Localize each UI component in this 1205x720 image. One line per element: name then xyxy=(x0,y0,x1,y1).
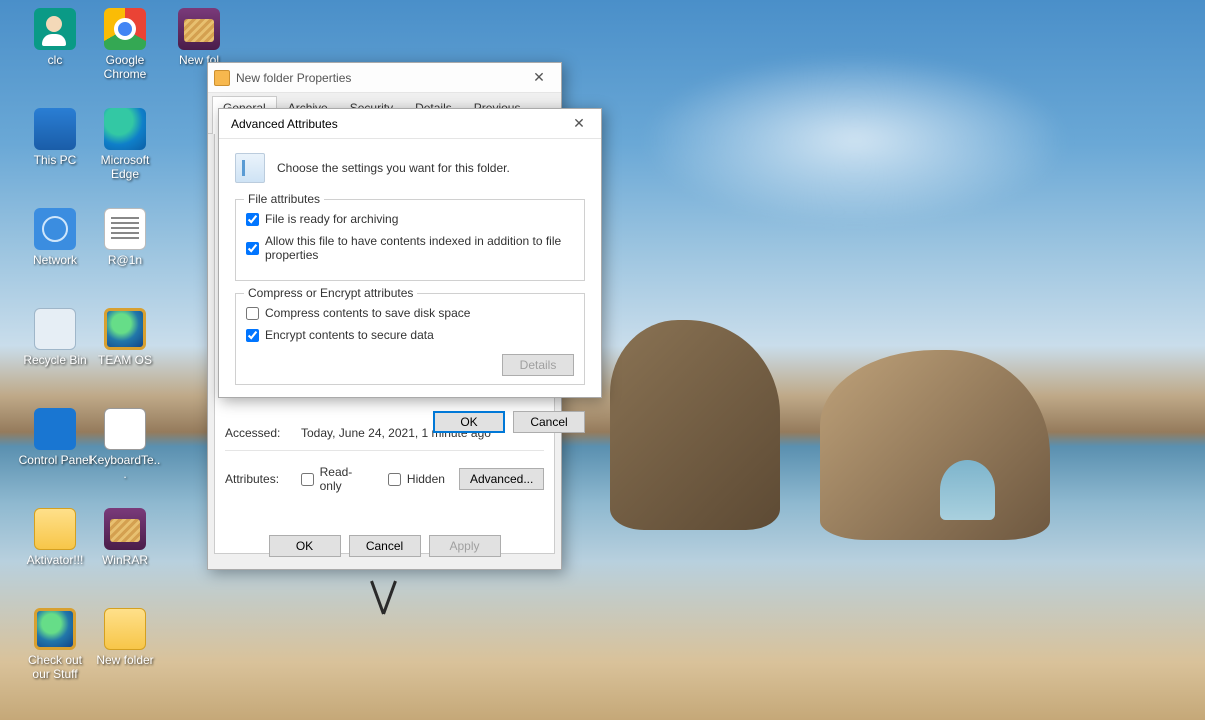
pc-icon xyxy=(34,108,76,150)
edge-icon xyxy=(104,108,146,150)
desktop-icon-new-fol[interactable]: New fol xyxy=(162,8,236,68)
desktop-icon-label: KeyboardTe... xyxy=(88,454,162,482)
file-attributes-legend: File attributes xyxy=(244,192,324,206)
desktop-icon-label: WinRAR xyxy=(88,554,162,568)
desktop-icon-google-chrome[interactable]: Google Chrome xyxy=(88,8,162,82)
winrar-icon xyxy=(178,8,220,50)
desktop-icon-label: Network xyxy=(18,254,92,268)
advanced-title: Advanced Attributes xyxy=(225,117,563,131)
desktop-icon-recycle-bin[interactable]: Recycle Bin xyxy=(18,308,92,368)
desktop-icon-team-os[interactable]: TEAM OS xyxy=(88,308,162,368)
ok-button[interactable]: OK xyxy=(269,535,341,557)
desktop-icon-network[interactable]: Network xyxy=(18,208,92,268)
settings-list-icon xyxy=(235,153,265,183)
globe-icon xyxy=(34,608,76,650)
desktop-icon-label: This PC xyxy=(18,154,92,168)
index-contents-checkbox[interactable]: Allow this file to have contents indexed… xyxy=(246,234,574,262)
desktop-icon-label: R@1n xyxy=(88,254,162,268)
desktop-icon-microsoft-edge[interactable]: Microsoft Edge xyxy=(88,108,162,182)
properties-title: New folder Properties xyxy=(236,71,523,85)
desktop-icon-new-folder[interactable]: New folder xyxy=(88,608,162,668)
txt-icon xyxy=(104,208,146,250)
advanced-attributes-dialog[interactable]: Advanced Attributes ✕ Choose the setting… xyxy=(218,108,602,398)
attributes-label: Attributes: xyxy=(225,472,301,486)
user-icon xyxy=(34,8,76,50)
kb-icon xyxy=(104,408,146,450)
winrar-icon xyxy=(104,508,146,550)
archive-ready-checkbox[interactable]: File is ready for archiving xyxy=(246,212,574,226)
readonly-checkbox[interactable]: Read-only xyxy=(301,465,374,493)
file-attributes-group: File attributes File is ready for archiv… xyxy=(235,199,585,281)
desktop-icon-label: Recycle Bin xyxy=(18,354,92,368)
advanced-titlebar[interactable]: Advanced Attributes ✕ xyxy=(219,109,601,139)
compress-encrypt-group: Compress or Encrypt attributes Compress … xyxy=(235,293,585,385)
advanced-intro: Choose the settings you want for this fo… xyxy=(277,161,510,175)
folder-icon xyxy=(34,508,76,550)
desktop-icon-label: Microsoft Edge xyxy=(88,154,162,182)
bin-icon xyxy=(34,308,76,350)
encrypt-checkbox[interactable]: Encrypt contents to secure data xyxy=(246,328,574,342)
cancel-button[interactable]: Cancel xyxy=(513,411,585,433)
desktop-icon-winrar[interactable]: WinRAR xyxy=(88,508,162,568)
properties-titlebar[interactable]: New folder Properties ✕ xyxy=(208,63,561,93)
desktop-icon-keyboardte-[interactable]: KeyboardTe... xyxy=(88,408,162,482)
ok-button[interactable]: OK xyxy=(433,411,505,433)
folder-icon xyxy=(214,70,230,86)
advanced-button[interactable]: Advanced... xyxy=(459,468,544,490)
desktop-icon-control-panel[interactable]: Control Panel xyxy=(18,408,92,468)
cancel-button[interactable]: Cancel xyxy=(349,535,421,557)
desktop-icon-label: Google Chrome xyxy=(88,54,162,82)
desktop-icon-clc[interactable]: clc xyxy=(18,8,92,68)
desktop-icon-label: Aktivator!!! xyxy=(18,554,92,568)
desktop-icon-label: Check out our Stuff xyxy=(18,654,92,682)
apply-button[interactable]: Apply xyxy=(429,535,501,557)
desktop-icon-r-1n[interactable]: R@1n xyxy=(88,208,162,268)
folder-icon xyxy=(104,608,146,650)
compress-checkbox[interactable]: Compress contents to save disk space xyxy=(246,306,574,320)
globe-icon xyxy=(104,308,146,350)
desktop-icon-this-pc[interactable]: This PC xyxy=(18,108,92,168)
close-icon[interactable]: ✕ xyxy=(523,67,555,89)
desktop-icon-label: New folder xyxy=(88,654,162,668)
desktop-icon-label: TEAM OS xyxy=(88,354,162,368)
net-icon xyxy=(34,208,76,250)
desktop-icon-check-out-our-stuff[interactable]: Check out our Stuff xyxy=(18,608,92,682)
details-button[interactable]: Details xyxy=(502,354,574,376)
cp-icon xyxy=(34,408,76,450)
close-icon[interactable]: ✕ xyxy=(563,113,595,135)
desktop-icon-label: clc xyxy=(18,54,92,68)
hidden-checkbox[interactable]: Hidden xyxy=(388,472,445,486)
desktop-icon-aktivator-[interactable]: Aktivator!!! xyxy=(18,508,92,568)
compress-encrypt-legend: Compress or Encrypt attributes xyxy=(244,286,417,300)
desktop-icon-label: Control Panel xyxy=(18,454,92,468)
chrome-icon xyxy=(104,8,146,50)
